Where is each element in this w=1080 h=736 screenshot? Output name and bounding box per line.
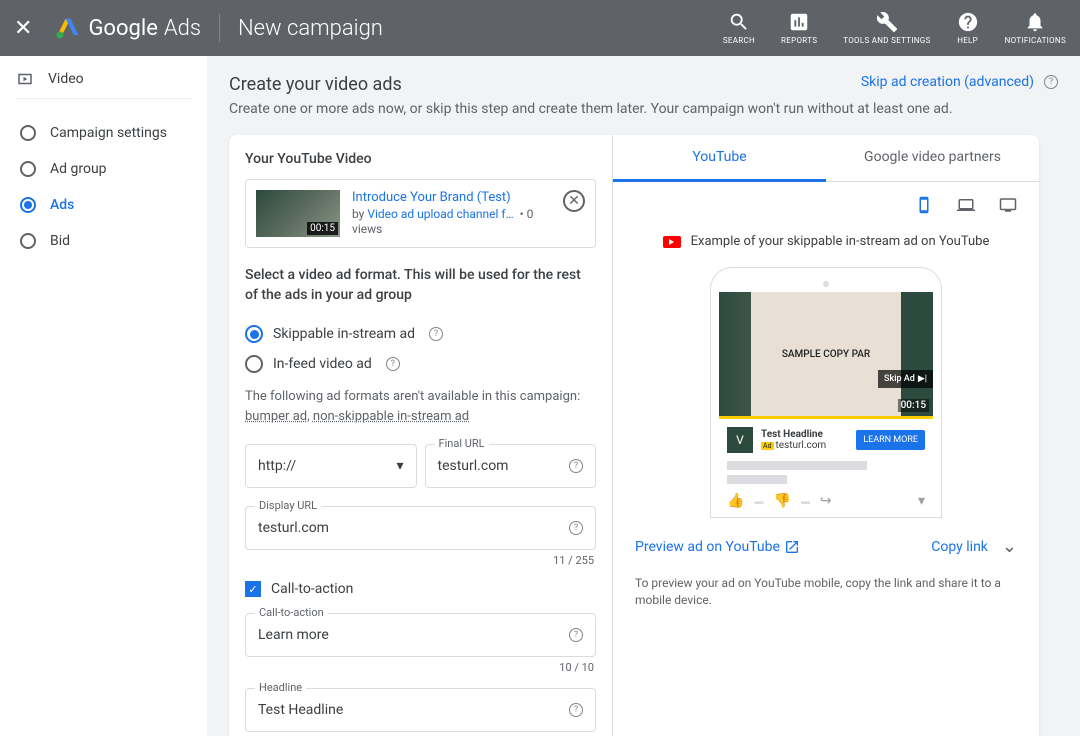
section-subtitle: Create one or more ads now, or skip this… — [229, 101, 1080, 117]
preview-on-youtube-link[interactable]: Preview ad on YouTube — [635, 539, 800, 555]
page-title: New campaign — [238, 16, 383, 41]
youtube-icon — [663, 236, 681, 248]
ads-logo-icon — [54, 14, 82, 42]
sidebar-item-bid[interactable]: Bid — [16, 223, 191, 259]
google-ads-logo: Google Ads — [54, 14, 201, 42]
video-label: Your YouTube Video — [245, 151, 596, 167]
headline-field[interactable]: HeadlineTest Headline? — [245, 688, 596, 732]
sidebar: Video Campaign settings Ad group Ads Bid — [0, 56, 207, 736]
help-icon[interactable]: ? — [386, 357, 400, 371]
preview-footer-note: To preview your ad on YouTube mobile, co… — [613, 575, 1039, 627]
sidebar-item-campaign-settings[interactable]: Campaign settings — [16, 115, 191, 151]
close-icon[interactable]: ✕ — [14, 16, 32, 41]
chevron-down-icon: ▾ — [396, 458, 403, 474]
sidebar-category: Video — [16, 70, 191, 88]
video-preview: SAMPLE COPY PAR Skip Ad ▶| 00:15 — [719, 292, 933, 416]
product-name: Ads — [164, 16, 201, 41]
checkbox-icon: ✓ — [245, 581, 261, 597]
cta-toggle[interactable]: ✓Call-to-action — [245, 581, 596, 597]
divider — [219, 14, 220, 42]
help-icon[interactable]: ? — [1044, 75, 1058, 89]
chevron-down-icon[interactable]: ⌄ — [1002, 536, 1017, 557]
sidebar-item-ads[interactable]: Ads — [16, 187, 191, 223]
format-infeed[interactable]: In-feed video ad? — [245, 349, 596, 379]
example-label: Example of your skippable in-stream ad o… — [613, 234, 1039, 249]
tab-partners[interactable]: Google video partners — [826, 135, 1039, 181]
section-title: Create your video ads — [229, 74, 402, 95]
display-url-field[interactable]: Display URLtesturl.com? — [245, 506, 596, 550]
video-thumbnail: 00:15 — [256, 190, 340, 237]
help-icon[interactable]: ? — [429, 327, 443, 341]
reports-button[interactable]: REPORTS — [781, 11, 817, 45]
notifications-button[interactable]: NOTIFICATIONS — [1005, 11, 1066, 45]
help-icon[interactable]: ? — [569, 703, 583, 717]
mobile-icon[interactable] — [915, 196, 933, 214]
format-skippable[interactable]: Skippable in-stream ad? — [245, 319, 596, 349]
video-icon — [16, 70, 34, 88]
search-button[interactable]: SEARCH — [723, 11, 755, 45]
help-button[interactable]: HELP — [957, 11, 979, 45]
help-icon[interactable]: ? — [569, 459, 583, 473]
skip-ad-button[interactable]: Skip Ad ▶| — [878, 370, 933, 388]
tools-button[interactable]: TOOLS AND SETTINGS — [843, 11, 930, 45]
engagement-icons: 👍▬👎▬↪▾ — [719, 489, 933, 509]
tab-youtube[interactable]: YouTube — [613, 135, 826, 182]
top-header: ✕ Google Ads New campaign SEARCH REPORTS… — [0, 0, 1080, 56]
preview-panel: YouTube Google video partners Example of… — [613, 135, 1039, 736]
remove-video-button[interactable]: ✕ — [563, 190, 585, 212]
protocol-select[interactable]: http://▾ — [245, 444, 417, 488]
laptop-icon[interactable] — [957, 196, 975, 214]
content-area: Create your video ads Skip ad creation (… — [207, 56, 1080, 736]
display-url-counter: 11 / 255 — [247, 554, 594, 567]
cta-counter: 10 / 10 — [247, 661, 594, 674]
help-icon[interactable]: ? — [569, 628, 583, 642]
phone-preview: SAMPLE COPY PAR Skip Ad ▶| 00:15 V Test … — [710, 267, 942, 518]
open-external-icon — [784, 539, 800, 555]
video-title[interactable]: Introduce Your Brand (Test) — [352, 190, 551, 205]
format-heading: Select a video ad format. This will be u… — [245, 266, 596, 305]
header-tools: SEARCH REPORTS TOOLS AND SETTINGS HELP N… — [723, 11, 1066, 45]
video-byline: by Video ad upload channel f… • 0 views — [352, 207, 533, 236]
avatar: V — [727, 427, 753, 453]
divider — [16, 98, 191, 99]
final-url-field[interactable]: Final URLtesturl.com? — [425, 444, 597, 488]
cta-field[interactable]: Call-to-actionLearn more? — [245, 613, 596, 657]
form-panel: Your YouTube Video 00:15 Introduce Your … — [229, 135, 613, 736]
brand-name: Google — [88, 16, 157, 41]
format-note: The following ad formats aren't availabl… — [245, 387, 596, 426]
skip-link[interactable]: Skip ad creation (advanced)? — [861, 74, 1058, 90]
selected-video: 00:15 Introduce Your Brand (Test) by Vid… — [245, 179, 596, 248]
help-icon[interactable]: ? — [569, 521, 583, 535]
learn-more-button[interactable]: LEARN MORE — [856, 430, 925, 450]
tv-icon[interactable] — [999, 196, 1017, 214]
copy-link[interactable]: Copy link — [931, 539, 988, 555]
sidebar-item-ad-group[interactable]: Ad group — [16, 151, 191, 187]
